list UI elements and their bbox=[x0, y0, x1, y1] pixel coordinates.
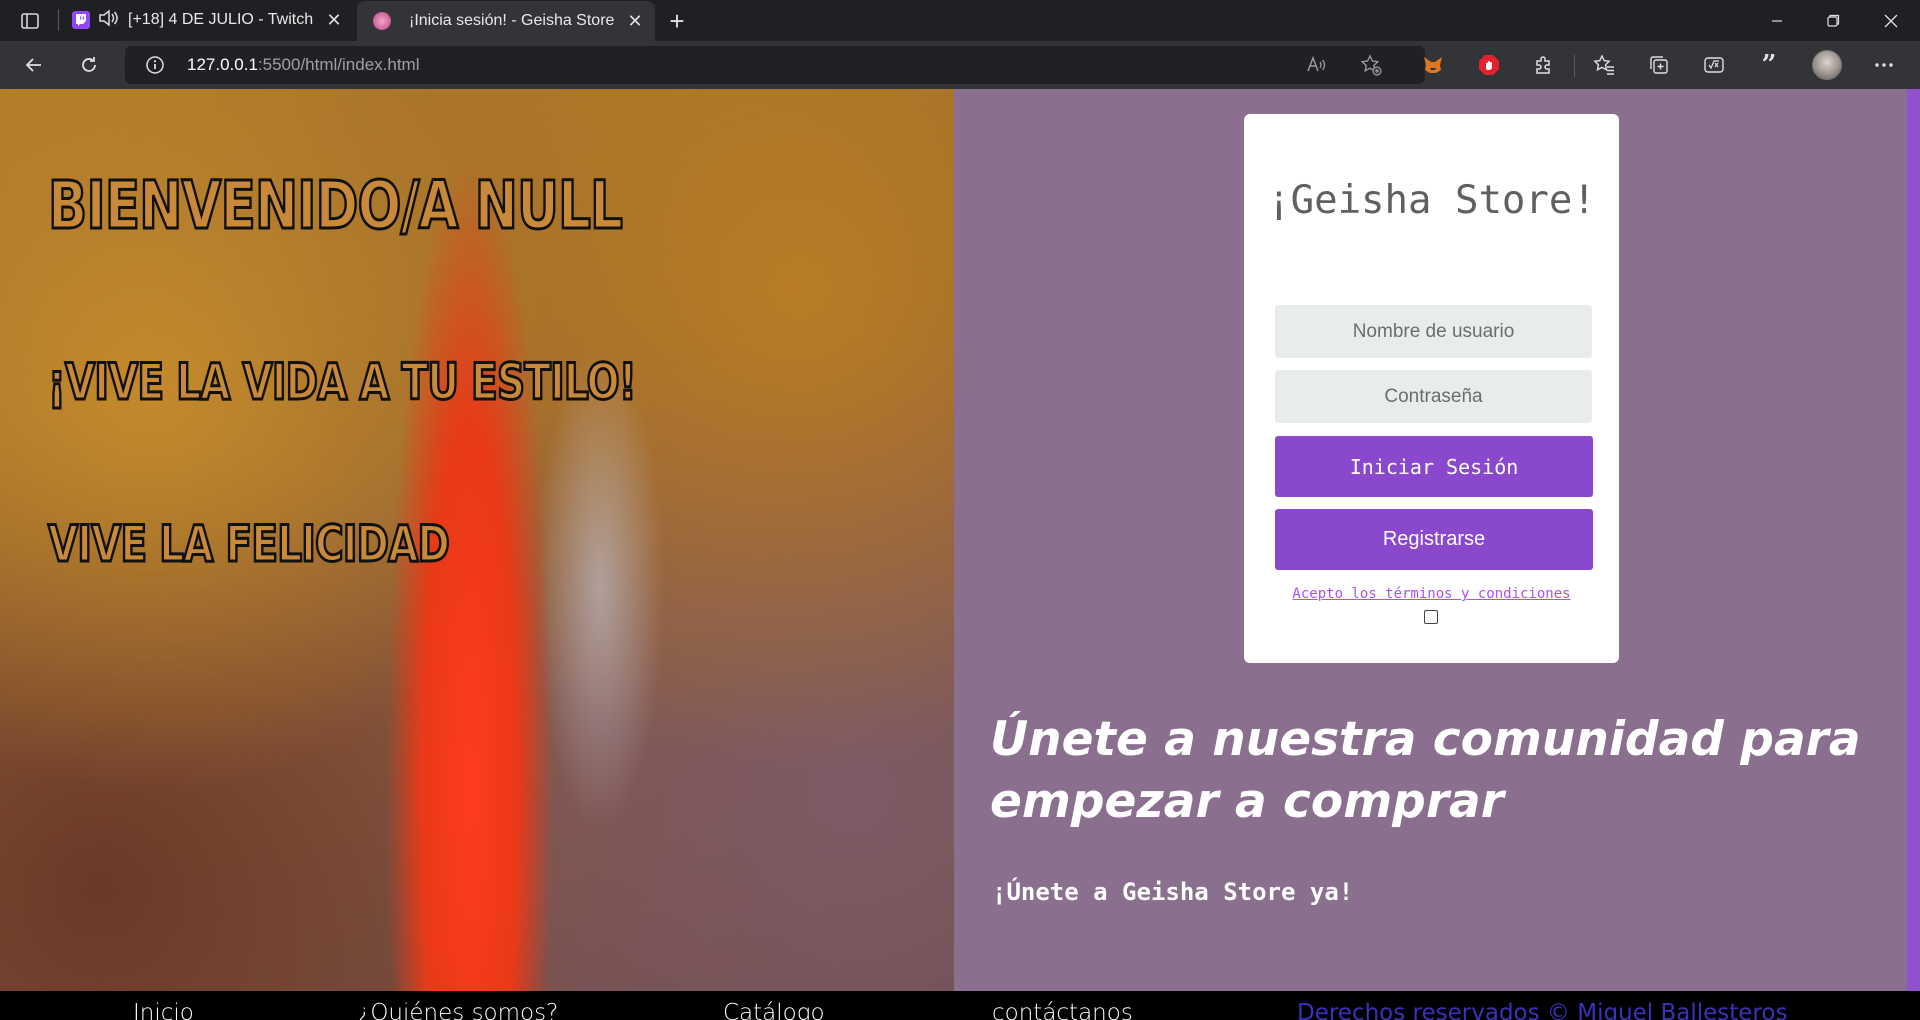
collections-icon[interactable] bbox=[1641, 47, 1677, 83]
copyright-text: Derechos reservados © Miguel Ballesteros bbox=[1297, 1000, 1788, 1020]
toolbar-separator bbox=[1574, 55, 1575, 77]
restore-icon[interactable] bbox=[1810, 0, 1856, 41]
quote-icon[interactable]: ” bbox=[1751, 47, 1787, 83]
geisha-store-favicon bbox=[373, 12, 391, 30]
tab-title: [+18] 4 DE JULIO - Twitch bbox=[128, 11, 314, 28]
login-button[interactable]: Iniciar Sesión bbox=[1275, 436, 1593, 497]
accent-stripe bbox=[1907, 89, 1920, 991]
terms-link[interactable]: Acepto los términos y condiciones bbox=[1244, 586, 1619, 602]
browser-toolbar: 127.0.0.1:5500/html/index.html ” bbox=[0, 41, 1920, 89]
tab-actions-icon[interactable] bbox=[8, 0, 52, 41]
extensions-icon[interactable] bbox=[1526, 47, 1562, 83]
community-heading: Únete a nuestra comunidad para empezar a… bbox=[990, 712, 1861, 829]
close-tab-icon[interactable]: ✕ bbox=[324, 10, 344, 31]
add-favorite-icon[interactable] bbox=[1360, 54, 1382, 81]
more-options-icon[interactable] bbox=[1866, 47, 1902, 83]
close-window-icon[interactable] bbox=[1868, 0, 1914, 41]
read-aloud-icon[interactable] bbox=[1305, 54, 1327, 81]
favorites-icon[interactable] bbox=[1586, 47, 1622, 83]
profile-avatar[interactable] bbox=[1809, 47, 1845, 83]
tab-separator bbox=[58, 9, 59, 31]
join-subheading: ¡Únete a Geisha Store ya! bbox=[992, 878, 1354, 906]
footer-nav: Inicio ¿Quiénes somos? Catálogo contácta… bbox=[0, 991, 1920, 1020]
url-text: 127.0.0.1:5500/html/index.html bbox=[187, 55, 420, 75]
page-viewport: BIENVENIDO/A NULL ¡VIVE LA VIDA A TU EST… bbox=[0, 89, 1920, 1020]
slogan-heading: ¡VIVE LA VIDA A TU ESTILO! bbox=[47, 352, 638, 413]
back-icon[interactable] bbox=[16, 47, 52, 83]
footer-link-inicio[interactable]: Inicio bbox=[133, 1000, 194, 1020]
hero-image: BIENVENIDO/A NULL ¡VIVE LA VIDA A TU EST… bbox=[0, 89, 954, 991]
metamask-extension-icon[interactable] bbox=[1415, 47, 1451, 83]
browser-tab-bar: [+18] 4 DE JULIO - Twitch ✕ ¡Inicia sesi… bbox=[0, 0, 1920, 41]
new-tab-icon[interactable]: + bbox=[660, 5, 694, 37]
login-card: ¡Geisha Store! Iniciar Sesión Registrars… bbox=[1244, 114, 1619, 663]
tab-twitch[interactable]: [+18] 4 DE JULIO - Twitch ✕ bbox=[62, 2, 354, 38]
happiness-heading: VIVE LA FELICIDAD bbox=[47, 514, 451, 575]
tab-geisha-store[interactable]: ¡Inicia sesión! - Geisha Store ✕ bbox=[357, 1, 655, 41]
footer-link-contactanos[interactable]: contáctanos bbox=[992, 1000, 1133, 1020]
math-solver-icon[interactable] bbox=[1696, 47, 1732, 83]
url-host: 127.0.0.1 bbox=[187, 55, 258, 74]
address-bar[interactable]: 127.0.0.1:5500/html/index.html bbox=[125, 46, 1425, 84]
username-input[interactable] bbox=[1275, 305, 1592, 358]
tab-title: ¡Inicia sesión! - Geisha Store bbox=[409, 12, 615, 29]
terms-checkbox[interactable] bbox=[1424, 610, 1438, 624]
minimize-icon[interactable] bbox=[1754, 0, 1800, 41]
store-brand-title: ¡Geisha Store! bbox=[1267, 178, 1596, 223]
footer-link-quienes-somos[interactable]: ¿Quiénes somos? bbox=[358, 1000, 558, 1020]
register-button[interactable]: Registrarse bbox=[1275, 509, 1593, 570]
speaker-icon[interactable] bbox=[98, 8, 120, 32]
twitch-icon bbox=[72, 11, 90, 29]
welcome-heading: BIENVENIDO/A NULL bbox=[47, 166, 624, 246]
adblock-extension-icon[interactable] bbox=[1471, 47, 1507, 83]
close-tab-icon[interactable]: ✕ bbox=[625, 11, 645, 32]
password-input[interactable] bbox=[1275, 370, 1592, 423]
refresh-icon[interactable] bbox=[71, 47, 107, 83]
url-path: :5500/html/index.html bbox=[257, 55, 420, 74]
site-info-icon[interactable] bbox=[145, 55, 165, 75]
footer-link-catalogo[interactable]: Catálogo bbox=[723, 1000, 825, 1020]
